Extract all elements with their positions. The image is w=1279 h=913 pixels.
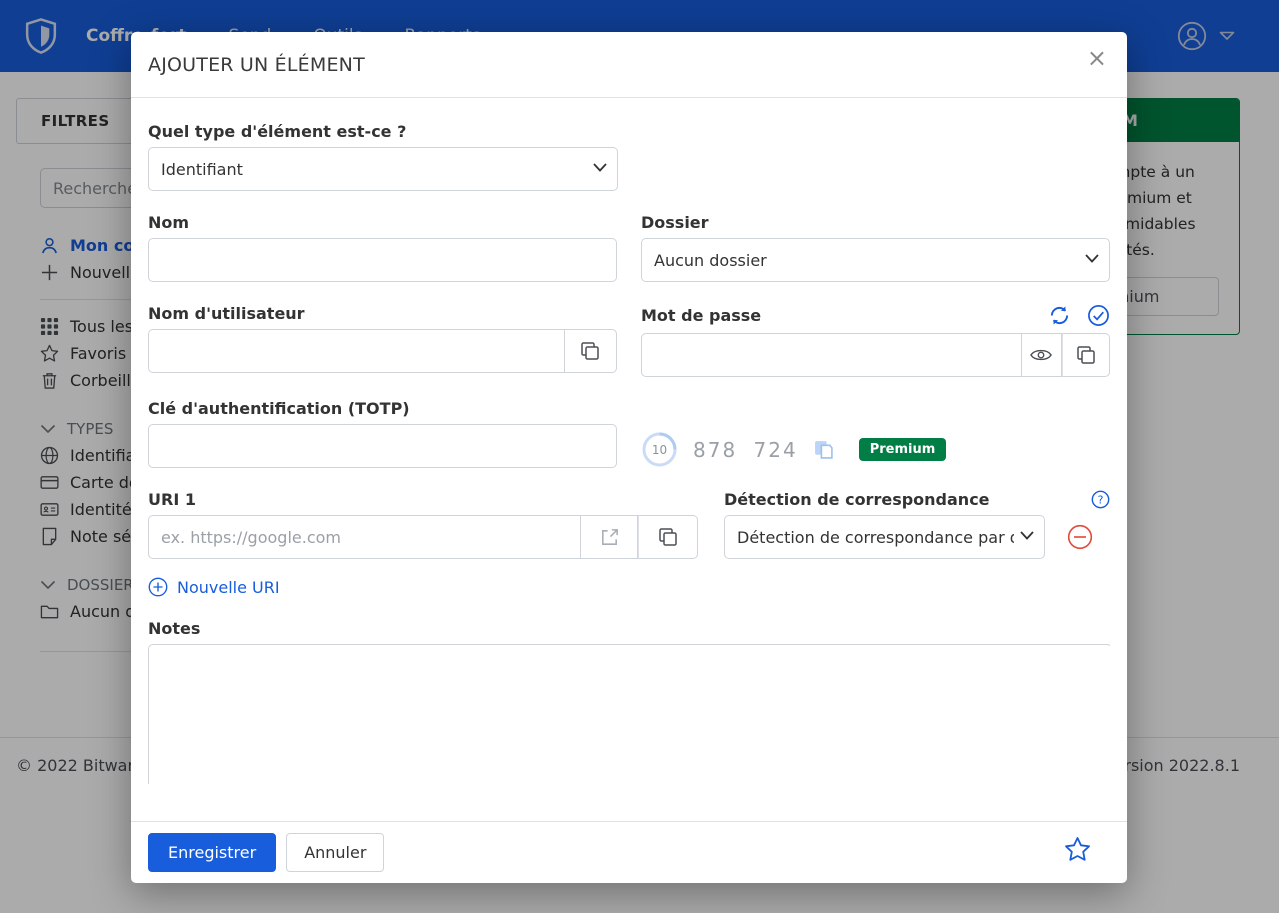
copy-uri-button[interactable] bbox=[638, 515, 698, 559]
totp-countdown-icon: 10 bbox=[641, 431, 678, 468]
check-password-button[interactable] bbox=[1087, 304, 1110, 327]
add-item-modal: AJOUTER UN ÉLÉMENT × Quel type d'élément… bbox=[131, 32, 1127, 883]
remove-uri-button[interactable] bbox=[1067, 524, 1093, 550]
new-uri-link[interactable]: Nouvelle URI bbox=[148, 577, 280, 597]
name-input[interactable] bbox=[148, 238, 617, 282]
totp-label: Clé d'authentification (TOTP) bbox=[148, 399, 617, 418]
chevron-down-icon bbox=[1020, 531, 1034, 540]
notes-textarea[interactable] bbox=[148, 644, 1110, 784]
eye-icon bbox=[1030, 347, 1052, 363]
modal-body: Quel type d'élément est-ce ? Identifiant… bbox=[131, 98, 1127, 821]
cancel-button[interactable]: Annuler bbox=[286, 833, 384, 872]
totp-code: 878 724 bbox=[693, 438, 798, 462]
totp-preview: 10 878 724 Premium bbox=[641, 431, 1110, 468]
plus-circle-icon bbox=[148, 577, 168, 597]
launch-icon bbox=[599, 527, 620, 548]
toggle-password-visibility-button[interactable] bbox=[1021, 333, 1061, 377]
favorite-star-button[interactable] bbox=[1064, 836, 1091, 865]
totp-input[interactable] bbox=[148, 424, 617, 468]
password-input[interactable] bbox=[641, 333, 1021, 377]
name-label: Nom bbox=[148, 213, 617, 232]
item-type-value: Identifiant bbox=[161, 160, 587, 179]
modal-title: AJOUTER UN ÉLÉMENT bbox=[148, 54, 365, 76]
username-label: Nom d'utilisateur bbox=[148, 304, 617, 323]
star-icon bbox=[1064, 836, 1091, 862]
save-button[interactable]: Enregistrer bbox=[148, 833, 276, 872]
match-detection-select[interactable]: Détection de correspondance par défaut bbox=[724, 515, 1045, 559]
generate-password-button[interactable] bbox=[1048, 304, 1071, 327]
uri-input[interactable] bbox=[148, 515, 580, 559]
copy-icon bbox=[580, 341, 600, 361]
close-icon[interactable]: × bbox=[1087, 46, 1107, 70]
launch-uri-button[interactable] bbox=[580, 515, 638, 559]
premium-badge: Premium bbox=[859, 438, 947, 461]
copy-username-button[interactable] bbox=[564, 329, 617, 373]
check-circle-icon bbox=[1087, 304, 1110, 327]
folder-value: Aucun dossier bbox=[654, 251, 1079, 270]
copy-icon bbox=[1076, 345, 1096, 365]
username-input[interactable] bbox=[148, 329, 564, 373]
item-type-label: Quel type d'élément est-ce ? bbox=[148, 122, 618, 141]
notes-label: Notes bbox=[148, 619, 1110, 638]
svg-text:?: ? bbox=[1098, 493, 1104, 506]
uri-label: URI 1 bbox=[148, 490, 698, 509]
generate-refresh-icon bbox=[1048, 304, 1071, 327]
folder-label: Dossier bbox=[641, 213, 1110, 232]
modal-header: AJOUTER UN ÉLÉMENT × bbox=[131, 32, 1127, 98]
folder-select[interactable]: Aucun dossier bbox=[641, 238, 1110, 282]
copy-totp-button[interactable] bbox=[813, 439, 834, 460]
modal-footer: Enregistrer Annuler bbox=[131, 821, 1127, 883]
new-uri-label: Nouvelle URI bbox=[177, 578, 280, 597]
copy-password-button[interactable] bbox=[1062, 333, 1110, 377]
help-icon[interactable]: ? bbox=[1091, 490, 1110, 509]
chevron-down-icon bbox=[593, 163, 607, 172]
match-detection-value: Détection de correspondance par défaut bbox=[737, 528, 1014, 547]
chevron-down-icon bbox=[1085, 254, 1099, 263]
copy-icon bbox=[658, 527, 678, 547]
copy-icon bbox=[813, 439, 834, 460]
totp-timer: 10 bbox=[652, 443, 667, 457]
match-detection-label: Détection de correspondance bbox=[724, 490, 990, 509]
item-type-select[interactable]: Identifiant bbox=[148, 147, 618, 191]
minus-circle-icon bbox=[1067, 524, 1093, 550]
password-label: Mot de passe bbox=[641, 306, 761, 325]
